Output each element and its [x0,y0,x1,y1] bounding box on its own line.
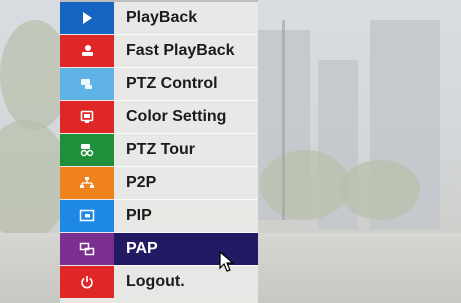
menu-item-label: PTZ Control [126,75,218,92]
power-icon [60,266,114,298]
menu-item-pip[interactable]: PIP [60,200,258,232]
menu-item-ptz-tour[interactable]: PTZ Tour [60,134,258,166]
fast-play-icon [60,35,114,67]
ptz-tour-icon [60,134,114,166]
menu-item-label: PTZ Tour [126,141,196,158]
pap-icon [60,233,114,265]
p2p-icon [60,167,114,199]
menu-item-label: PIP [126,207,152,224]
play-icon [60,2,114,34]
menu-item-ptz-control[interactable]: PTZ Control [60,68,258,100]
ptz-camera-icon [60,68,114,100]
mouse-cursor-icon [219,251,235,272]
menu-item-label: PAP [126,240,158,257]
menu-item-playback[interactable]: PlayBack [60,2,258,34]
pip-icon [60,200,114,232]
menu-item-label: Logout. [126,273,185,290]
menu-item-fast-playback[interactable]: Fast PlayBack [60,35,258,67]
color-icon [60,101,114,133]
menu-item-label: Color Setting [126,108,227,125]
menu-item-label: P2P [126,174,157,191]
menu-item-label: PlayBack [126,9,198,26]
menu-item-p2p[interactable]: P2P [60,167,258,199]
menu-item-label: Fast PlayBack [126,42,235,59]
menu-item-color-setting[interactable]: Color Setting [60,101,258,133]
